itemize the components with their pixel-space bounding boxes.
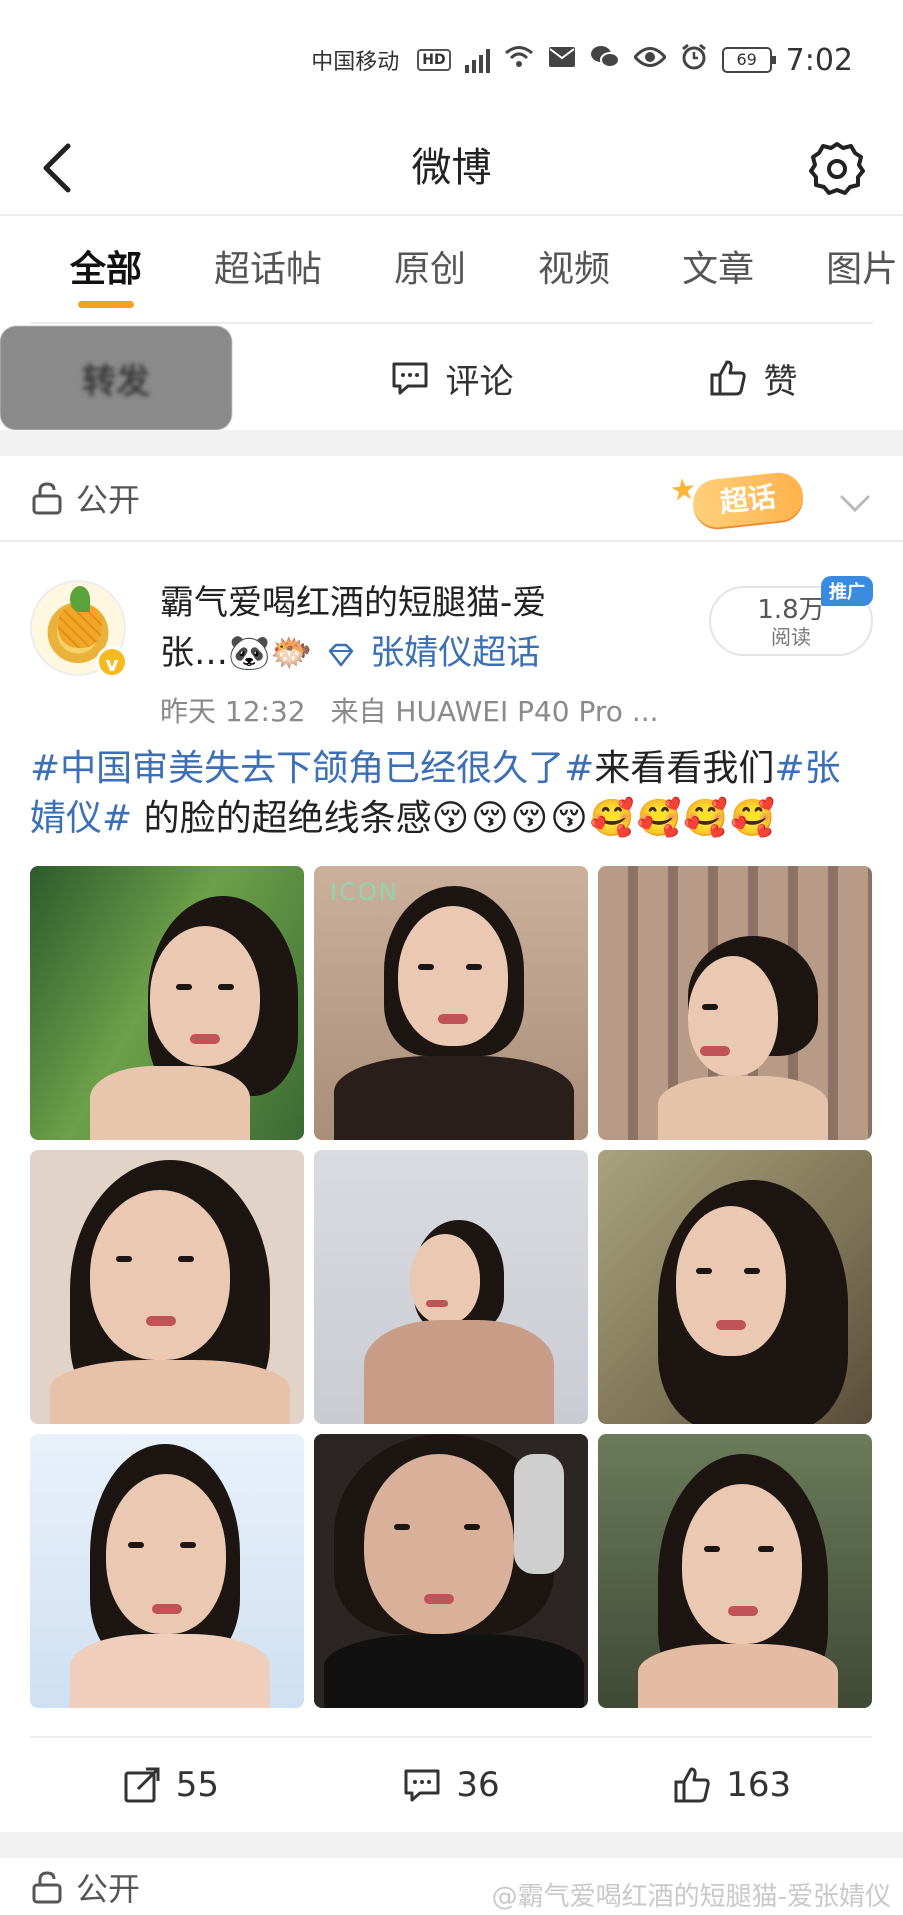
comment-icon xyxy=(392,362,427,395)
tab-super-topic-posts[interactable]: 超话帖 xyxy=(214,218,322,322)
tabs-divider xyxy=(30,322,873,324)
gear-icon[interactable] xyxy=(809,140,865,196)
wechat-icon xyxy=(590,44,620,76)
photo-thumbnail[interactable] xyxy=(314,1150,588,1424)
emoji-row: 😚😚😚😚🥰🥰🥰🥰 xyxy=(431,798,778,839)
carrier-name: 中国移动 xyxy=(311,50,400,75)
like-button[interactable]: 163 xyxy=(591,1738,872,1832)
hashtag-link-2b[interactable]: 婧仪# xyxy=(30,798,132,839)
post-source: 来自 HUAWEI P40 Pro ... xyxy=(330,695,659,728)
photo-thumbnail[interactable] xyxy=(598,866,872,1140)
comment-button[interactable]: 36 xyxy=(311,1738,592,1832)
post-text-mid: 来看看我们 xyxy=(594,748,775,789)
author-name[interactable]: 霸气爱喝红酒的短腿猫-爱 xyxy=(160,578,660,628)
promo-badge: 推广 xyxy=(821,576,873,606)
visibility-label: 公开 xyxy=(76,481,141,519)
post-action-bar: 55 36 163 xyxy=(30,1736,872,1832)
mail-icon xyxy=(548,46,576,74)
post-time: 昨天 12:32 xyxy=(160,695,306,728)
hd-icon: HD xyxy=(417,49,451,71)
prev-comment-label: 评论 xyxy=(445,361,514,402)
tab-original[interactable]: 原创 xyxy=(394,218,466,322)
page-title: 微博 xyxy=(411,145,492,191)
prev-repost-blurred[interactable]: 转发 xyxy=(0,326,232,430)
post-separator xyxy=(0,1832,903,1858)
unlock-icon xyxy=(32,1870,62,1903)
reads-label: 阅读 xyxy=(771,625,811,649)
super-topic-link[interactable]: 张婧仪超话 xyxy=(370,633,540,673)
filter-tabs: 全部 超话帖 原创 视频 文章 图片 xyxy=(0,218,903,322)
chevron-down-icon[interactable] xyxy=(835,482,875,522)
photo-thumbnail[interactable] xyxy=(30,1150,304,1424)
signal-icon xyxy=(464,47,490,73)
comment-icon xyxy=(404,1769,440,1802)
title-bar: 微博 xyxy=(0,120,903,216)
repost-button[interactable]: 55 xyxy=(30,1738,311,1832)
author-name-cont[interactable]: 张…🐼🐡 xyxy=(160,633,313,673)
thumbs-up-icon xyxy=(674,1767,710,1803)
hashtag-link-2a[interactable]: #张 xyxy=(774,748,840,789)
prev-comment-button[interactable]: 评论 xyxy=(301,326,602,430)
author-block: 霸气爱喝红酒的短腿猫-爱 张…🐼🐡 张婧仪超话 xyxy=(160,578,660,678)
tab-all[interactable]: 全部 xyxy=(70,218,142,322)
post-separator xyxy=(0,430,903,456)
verified-badge-icon: v xyxy=(96,646,128,678)
diamond-icon xyxy=(329,643,354,666)
clock: 7:02 xyxy=(785,42,853,78)
wifi-icon xyxy=(504,44,534,76)
photo-thumbnail[interactable] xyxy=(598,1434,872,1708)
photo-thumbnail[interactable] xyxy=(30,866,304,1140)
like-count: 163 xyxy=(726,1765,792,1805)
tab-article[interactable]: 文章 xyxy=(682,218,754,322)
post-text-tail: 的脸的超绝线条感 xyxy=(132,798,432,839)
photo-thumbnail[interactable] xyxy=(314,1434,588,1708)
next-visibility-label: 公开 xyxy=(76,1869,141,1908)
eye-icon xyxy=(632,46,667,74)
image-grid: ICON xyxy=(30,866,872,1708)
weibo-watermark: @霸气爱喝红酒的短腿猫-爱张婧仪 xyxy=(491,1882,891,1912)
tab-images[interactable]: 图片 xyxy=(826,218,898,322)
repost-icon xyxy=(124,1767,160,1803)
repost-count: 55 xyxy=(175,1765,219,1805)
photo-thumbnail[interactable] xyxy=(598,1150,872,1424)
unlock-icon xyxy=(32,482,62,515)
prev-like-label: 赞 xyxy=(763,361,798,402)
alarm-icon xyxy=(680,43,708,77)
battery-icon: 69 xyxy=(721,47,776,73)
comment-count: 36 xyxy=(456,1765,500,1805)
photo-thumbnail[interactable] xyxy=(30,1434,304,1708)
status-bar: 中国移动 HD 69 7:02 xyxy=(0,0,903,120)
hashtag-link[interactable]: #中国审美失去下颌角已经很久了# xyxy=(30,748,594,789)
post-meta: 昨天 12:32 来自 HUAWEI P40 Pro ... xyxy=(160,690,659,730)
post-text: #中国审美失去下颌角已经很久了#来看看我们#张 婧仪# 的脸的超绝线条感😚😚😚😚… xyxy=(30,744,880,844)
photo-thumbnail[interactable]: ICON xyxy=(314,866,588,1140)
prev-repost-label: 转发 xyxy=(82,361,150,402)
thumbs-up-icon xyxy=(710,360,746,396)
image-caption: ICON xyxy=(330,878,399,906)
tab-video[interactable]: 视频 xyxy=(538,218,610,322)
prev-like-button[interactable]: 赞 xyxy=(602,326,903,430)
